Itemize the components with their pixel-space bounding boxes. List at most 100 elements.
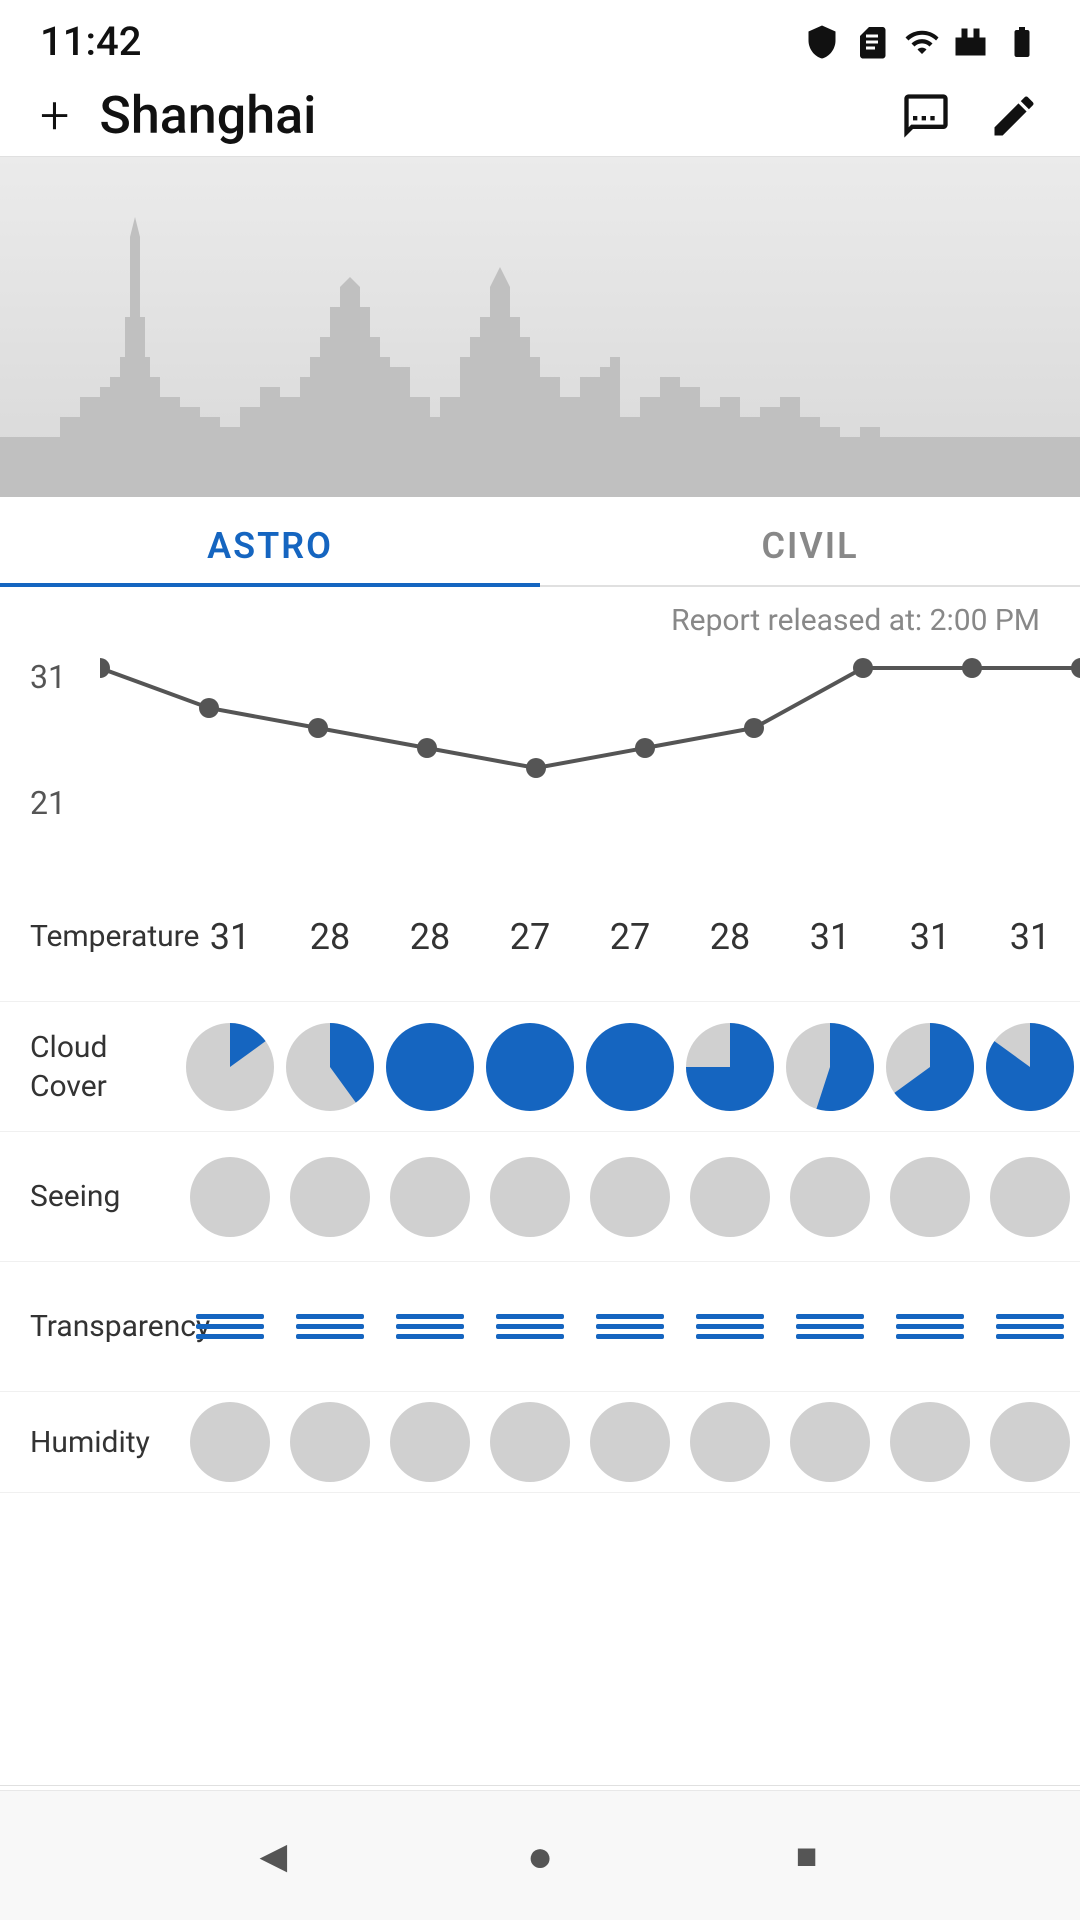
humidity-cell-0 bbox=[180, 1392, 280, 1492]
cloud-cell-5 bbox=[680, 1013, 780, 1121]
message-button[interactable] bbox=[900, 90, 952, 142]
seeing-cell-5 bbox=[680, 1147, 780, 1247]
temp-cell-7: 31 bbox=[880, 906, 980, 968]
temp-cell-0: 31 bbox=[180, 906, 280, 968]
seeing-cell-4 bbox=[580, 1147, 680, 1247]
temp-cell-2: 28 bbox=[380, 906, 480, 968]
humidity-row: Humidity bbox=[0, 1392, 1080, 1493]
edit-button[interactable] bbox=[988, 90, 1040, 142]
cloud-cell-7 bbox=[880, 1013, 980, 1121]
chart-point bbox=[1071, 658, 1080, 678]
humidity-cell-4 bbox=[580, 1392, 680, 1492]
humidity-label: Humidity bbox=[0, 1413, 180, 1472]
seeing-cell-6 bbox=[780, 1147, 880, 1247]
seeing-cell-7 bbox=[880, 1147, 980, 1247]
chart-point bbox=[526, 758, 546, 778]
cloud-cell-0 bbox=[180, 1013, 280, 1121]
top-bar: + Shanghai bbox=[0, 75, 1080, 157]
home-button[interactable]: ● bbox=[514, 1830, 566, 1882]
recent-button[interactable]: ■ bbox=[781, 1830, 833, 1882]
cloud-cover-label: Cloud Cover bbox=[0, 1018, 180, 1116]
temperature-row: Temperature 31 28 28 27 27 28 31 31 31 bbox=[0, 872, 1080, 1002]
transparency-cell-5 bbox=[680, 1304, 780, 1349]
seeing-cell-1 bbox=[280, 1147, 380, 1247]
transparency-cell-7 bbox=[880, 1304, 980, 1349]
temp-cell-6: 31 bbox=[780, 906, 880, 968]
temperature-cells: 31 28 28 27 27 28 31 31 31 bbox=[180, 906, 1080, 968]
transparency-cells bbox=[180, 1304, 1080, 1349]
temperature-chart: 31 21 bbox=[0, 648, 1080, 872]
humidity-cell-5 bbox=[680, 1392, 780, 1492]
seeing-cell-3 bbox=[480, 1147, 580, 1247]
chart-y-label-low: 21 bbox=[30, 784, 100, 822]
temp-cell-5: 28 bbox=[680, 906, 780, 968]
temp-cell-8: 31 bbox=[980, 906, 1080, 968]
transparency-cell-8 bbox=[980, 1304, 1080, 1349]
transparency-label: Transparency bbox=[0, 1297, 180, 1356]
temp-cell-3: 27 bbox=[480, 906, 580, 968]
wifi-icon bbox=[904, 24, 940, 60]
tab-bar: ASTRO CIVIL bbox=[0, 497, 1080, 587]
humidity-cell-8 bbox=[980, 1392, 1080, 1492]
seeing-cell-8 bbox=[980, 1147, 1080, 1247]
chart-point bbox=[744, 718, 764, 738]
transparency-cell-6 bbox=[780, 1304, 880, 1349]
shield-icon bbox=[804, 24, 840, 60]
report-line: Report released at: 2:00 PM bbox=[0, 587, 1080, 648]
cloud-cell-2 bbox=[380, 1013, 480, 1121]
transparency-cell-0 bbox=[180, 1304, 280, 1349]
data-grid: Temperature 31 28 28 27 27 28 31 31 31 C… bbox=[0, 872, 1080, 1493]
seeing-row: Seeing bbox=[0, 1132, 1080, 1262]
seeing-cell-0 bbox=[180, 1147, 280, 1247]
status-time: 11:42 bbox=[40, 18, 141, 65]
cloud-cell-1 bbox=[280, 1013, 380, 1121]
battery-icon bbox=[1004, 24, 1040, 60]
chart-point bbox=[417, 738, 437, 758]
chart-svg bbox=[100, 648, 1080, 848]
chart-point bbox=[199, 698, 219, 718]
temp-cell-4: 27 bbox=[580, 906, 680, 968]
cloud-cover-row: Cloud Cover bbox=[0, 1002, 1080, 1132]
sim-icon bbox=[854, 24, 890, 60]
cloud-cell-3 bbox=[480, 1013, 580, 1121]
status-icons bbox=[804, 24, 1040, 60]
humidity-cell-6 bbox=[780, 1392, 880, 1492]
transparency-cell-2 bbox=[380, 1304, 480, 1349]
transparency-cell-3 bbox=[480, 1304, 580, 1349]
cloud-cell-6 bbox=[780, 1013, 880, 1121]
transparency-row: Transparency bbox=[0, 1262, 1080, 1392]
chart-point bbox=[962, 658, 982, 678]
city-skyline bbox=[0, 157, 1080, 497]
cloud-cell-8 bbox=[980, 1013, 1080, 1121]
chart-y-label-high: 31 bbox=[30, 658, 100, 696]
temp-cell-1: 28 bbox=[280, 906, 380, 968]
tab-civil[interactable]: CIVIL bbox=[540, 497, 1080, 585]
system-nav-bar: ◀ ● ■ bbox=[0, 1790, 1080, 1920]
seeing-cells bbox=[180, 1147, 1080, 1247]
top-bar-actions bbox=[900, 90, 1040, 142]
humidity-cell-7 bbox=[880, 1392, 980, 1492]
transparency-cell-1 bbox=[280, 1304, 380, 1349]
tab-astro[interactable]: ASTRO bbox=[0, 497, 540, 585]
temperature-label: Temperature bbox=[0, 907, 180, 966]
cloud-cell-4 bbox=[580, 1013, 680, 1121]
seeing-label: Seeing bbox=[0, 1167, 180, 1226]
humidity-cell-2 bbox=[380, 1392, 480, 1492]
chart-point bbox=[308, 718, 328, 738]
chart-point bbox=[100, 658, 110, 678]
humidity-cell-1 bbox=[280, 1392, 380, 1492]
status-bar: 11:42 bbox=[0, 0, 1080, 75]
chart-point bbox=[635, 738, 655, 758]
skyline-svg bbox=[0, 157, 1080, 497]
add-button[interactable]: + bbox=[40, 90, 69, 142]
chart-point bbox=[853, 658, 873, 678]
seeing-cell-2 bbox=[380, 1147, 480, 1247]
humidity-cell-3 bbox=[480, 1392, 580, 1492]
back-button[interactable]: ◀ bbox=[247, 1830, 299, 1882]
page-title: Shanghai bbox=[99, 85, 900, 146]
edit-icon bbox=[988, 90, 1040, 142]
signal-icon bbox=[954, 24, 990, 60]
transparency-cell-4 bbox=[580, 1304, 680, 1349]
humidity-cells bbox=[180, 1392, 1080, 1492]
cloud-cover-cells bbox=[180, 1013, 1080, 1121]
